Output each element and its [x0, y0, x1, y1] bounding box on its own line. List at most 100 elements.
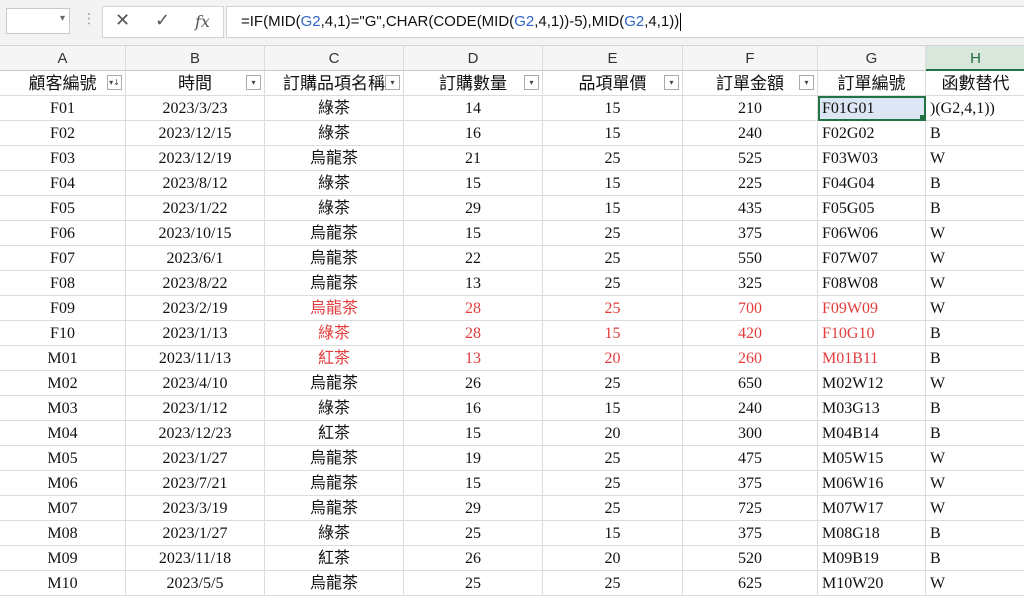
table-cell[interactable]: 烏龍茶	[265, 446, 404, 471]
table-cell[interactable]: 15	[543, 121, 683, 146]
table-cell[interactable]: 725	[683, 496, 818, 521]
table-cell[interactable]: M05	[0, 446, 126, 471]
table-cell[interactable]: 240	[683, 396, 818, 421]
table-cell[interactable]: 29	[404, 496, 543, 521]
table-cell[interactable]: )(G2,4,1))	[926, 96, 1024, 121]
table-cell[interactable]: 26	[404, 371, 543, 396]
table-cell[interactable]: 475	[683, 446, 818, 471]
table-cell[interactable]: F07W07	[818, 246, 926, 271]
table-cell[interactable]: 15	[404, 221, 543, 246]
table-cell[interactable]: 25	[543, 446, 683, 471]
table-cell[interactable]: B	[926, 421, 1024, 446]
table-cell[interactable]: 25	[543, 146, 683, 171]
table-cell[interactable]: M04	[0, 421, 126, 446]
table-cell[interactable]: 烏龍茶	[265, 246, 404, 271]
table-cell[interactable]: M10W20	[818, 571, 926, 596]
table-cell[interactable]: 綠茶	[265, 196, 404, 221]
table-cell[interactable]: M07W17	[818, 496, 926, 521]
table-cell[interactable]: F02	[0, 121, 126, 146]
table-cell[interactable]: M02	[0, 371, 126, 396]
filter-dropdown-button[interactable]: ▾	[664, 75, 679, 90]
table-cell[interactable]: F05	[0, 196, 126, 221]
table-cell[interactable]: 375	[683, 471, 818, 496]
table-cell[interactable]: 15	[543, 96, 683, 121]
table-cell[interactable]: W	[926, 371, 1024, 396]
cancel-icon[interactable]: ✕	[115, 10, 130, 31]
table-cell[interactable]: 375	[683, 521, 818, 546]
table-cell[interactable]: F09	[0, 296, 126, 321]
table-cell[interactable]: F10	[0, 321, 126, 346]
enter-icon[interactable]: ✓	[155, 10, 170, 31]
table-cell[interactable]: F03W03	[818, 146, 926, 171]
table-cell[interactable]: B	[926, 346, 1024, 371]
table-cell[interactable]: 2023/12/15	[126, 121, 265, 146]
table-cell[interactable]: 15	[543, 396, 683, 421]
table-cell[interactable]: B	[926, 546, 1024, 571]
table-cell[interactable]: 25	[404, 571, 543, 596]
table-cell[interactable]: B	[926, 196, 1024, 221]
table-cell[interactable]: 烏龍茶	[265, 221, 404, 246]
table-cell[interactable]: M05W15	[818, 446, 926, 471]
table-cell[interactable]: 2023/10/15	[126, 221, 265, 246]
table-cell[interactable]: 紅茶	[265, 421, 404, 446]
table-cell[interactable]: 2023/12/19	[126, 146, 265, 171]
table-cell[interactable]: 25	[543, 221, 683, 246]
table-cell[interactable]: 綠茶	[265, 321, 404, 346]
table-cell[interactable]: F03	[0, 146, 126, 171]
table-cell[interactable]: 300	[683, 421, 818, 446]
filter-dropdown-button[interactable]: ▾	[246, 75, 261, 90]
table-cell[interactable]: 240	[683, 121, 818, 146]
column-header-h[interactable]: H	[926, 46, 1024, 71]
table-cell[interactable]: M06W16	[818, 471, 926, 496]
table-cell[interactable]: 2023/12/23	[126, 421, 265, 446]
table-cell[interactable]: 26	[404, 546, 543, 571]
table-cell[interactable]: 28	[404, 321, 543, 346]
table-cell[interactable]: 25	[404, 521, 543, 546]
name-box-dropdown-icon[interactable]: ▾	[60, 13, 65, 24]
table-cell[interactable]: 20	[543, 546, 683, 571]
table-cell[interactable]: 15	[404, 421, 543, 446]
column-header-e[interactable]: E	[543, 46, 683, 71]
table-cell[interactable]: 15	[404, 171, 543, 196]
table-cell[interactable]: 2023/1/27	[126, 521, 265, 546]
table-cell[interactable]: 烏龍茶	[265, 496, 404, 521]
table-cell[interactable]: 29	[404, 196, 543, 221]
table-cell[interactable]: 260	[683, 346, 818, 371]
table-cell[interactable]: 25	[543, 571, 683, 596]
header-cell[interactable]: 訂單編號	[818, 71, 926, 96]
table-cell[interactable]: 650	[683, 371, 818, 396]
table-cell[interactable]: 2023/3/19	[126, 496, 265, 521]
filter-dropdown-button[interactable]: ▾	[385, 75, 400, 90]
table-cell[interactable]: 2023/8/22	[126, 271, 265, 296]
table-cell[interactable]: 15	[543, 196, 683, 221]
table-cell[interactable]: 烏龍茶	[265, 296, 404, 321]
table-cell[interactable]: 22	[404, 246, 543, 271]
table-cell[interactable]: M03G13	[818, 396, 926, 421]
table-cell[interactable]: M02W12	[818, 371, 926, 396]
table-cell[interactable]: 紅茶	[265, 546, 404, 571]
table-cell[interactable]: 15	[543, 171, 683, 196]
table-cell[interactable]: F10G10	[818, 321, 926, 346]
sort-filter-button[interactable]: ▾↓	[107, 75, 122, 90]
table-cell[interactable]: 2023/1/13	[126, 321, 265, 346]
table-cell[interactable]: 烏龍茶	[265, 571, 404, 596]
column-header-f[interactable]: F	[683, 46, 818, 71]
table-cell[interactable]: 28	[404, 296, 543, 321]
column-header-g[interactable]: G	[818, 46, 926, 71]
filter-dropdown-button[interactable]: ▾	[524, 75, 539, 90]
insert-function-icon[interactable]: fx	[195, 12, 210, 31]
table-cell[interactable]: W	[926, 571, 1024, 596]
table-cell[interactable]: B	[926, 321, 1024, 346]
table-cell[interactable]: 2023/6/1	[126, 246, 265, 271]
table-cell[interactable]: 225	[683, 171, 818, 196]
table-cell[interactable]: 15	[404, 471, 543, 496]
table-cell[interactable]: 25	[543, 471, 683, 496]
column-header-d[interactable]: D	[404, 46, 543, 71]
table-cell[interactable]: 綠茶	[265, 121, 404, 146]
table-cell[interactable]: M09B19	[818, 546, 926, 571]
table-cell[interactable]: W	[926, 496, 1024, 521]
table-cell[interactable]: B	[926, 171, 1024, 196]
table-cell[interactable]: W	[926, 446, 1024, 471]
table-cell[interactable]: F08W08	[818, 271, 926, 296]
table-cell[interactable]: F06	[0, 221, 126, 246]
